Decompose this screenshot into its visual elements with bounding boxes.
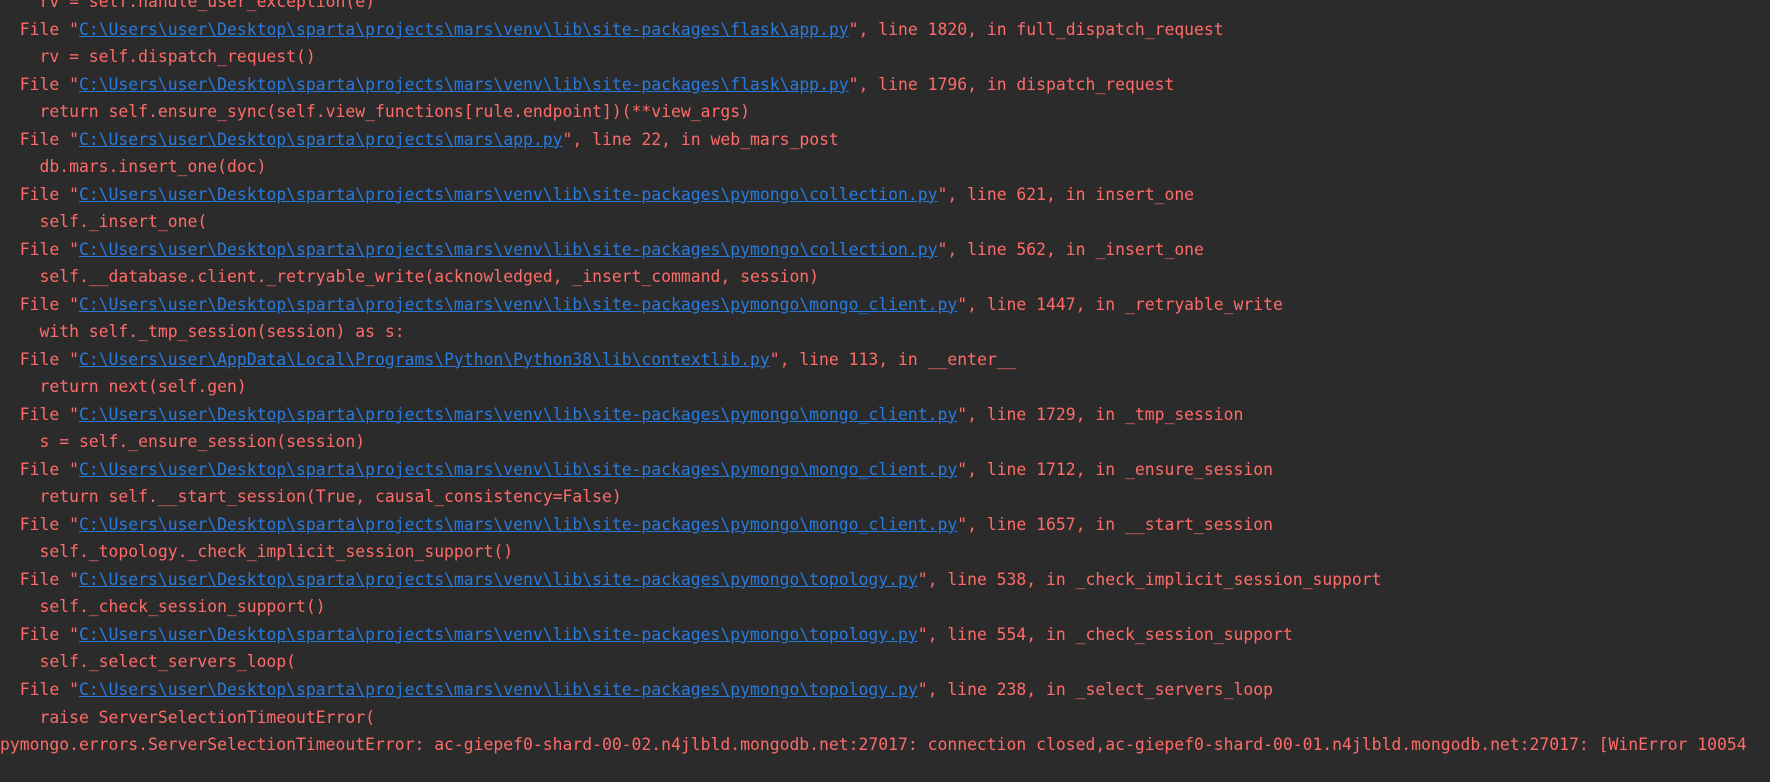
frame-location: ", line 1447, in _retryable_write [957,294,1283,314]
traceback-frame-line: File "C:\Users\user\Desktop\sparta\proje… [0,568,1382,592]
frame-prefix: File " [0,680,79,699]
run-console-output[interactable]: rv = self.handle_user_exception(e) File … [0,0,1770,782]
traceback-code-line: return self.__start_session(True, causal… [0,487,622,507]
file-path-link[interactable]: C:\Users\user\Desktop\sparta\projects\ma… [79,20,849,39]
traceback-code-line: self._insert_one( [0,212,208,232]
frame-prefix: File " [0,184,79,204]
traceback-code-line: self._topology._check_implicit_session_s… [0,542,514,562]
traceback-code-line: rv = self.dispatch_request() [0,47,316,67]
traceback-frame-line: File "C:\Users\user\Desktop\sparta\proje… [0,403,1244,427]
frame-prefix: File " [0,569,79,589]
file-path-link[interactable]: C:\Users\user\Desktop\sparta\projects\ma… [79,185,938,204]
traceback-code-line: self.__database.client._retryable_write(… [0,267,820,287]
file-path-link[interactable]: C:\Users\user\Desktop\sparta\projects\ma… [79,405,957,424]
traceback-code-line: return next(self.gen) [0,377,247,397]
frame-location: ", line 1657, in __start_session [957,514,1273,534]
frame-prefix: File " [0,624,79,644]
file-path-link[interactable]: C:\Users\user\Desktop\sparta\projects\ma… [79,240,938,259]
frame-prefix: File " [0,19,79,39]
traceback-frame-line: File "C:\Users\user\AppData\Local\Progra… [0,348,1017,372]
traceback-code-line: with self._tmp_session(session) as s: [0,322,405,342]
traceback-frame-line: File "C:\Users\user\Desktop\sparta\proje… [0,513,1273,537]
file-path-link[interactable]: C:\Users\user\Desktop\sparta\projects\ma… [79,570,918,589]
traceback-code-line: rv = self.handle_user_exception(e) [0,0,375,11]
frame-location: ", line 1820, in full_dispatch_request [848,19,1224,39]
frame-location: ", line 22, in web_mars_post [562,129,839,149]
traceback-frame-line: File "C:\Users\user\Desktop\sparta\proje… [0,623,1293,647]
file-path-link[interactable]: C:\Users\user\Desktop\sparta\projects\ma… [79,515,957,534]
frame-location: ", line 562, in _insert_one [937,239,1204,259]
file-path-link[interactable]: C:\Users\user\AppData\Local\Programs\Pyt… [79,350,770,369]
frame-location: ", line 538, in _check_implicit_session_… [917,569,1382,589]
traceback-frame-line: File "C:\Users\user\Desktop\sparta\proje… [0,458,1273,482]
frame-location: ", line 238, in _select_servers_loop [917,680,1273,699]
traceback-code-line: self._select_servers_loop( [0,652,297,672]
traceback-code-line: return self.ensure_sync(self.view_functi… [0,102,750,122]
exception-message-line: pymongo.errors.ServerSelectionTimeoutErr… [0,735,1747,755]
frame-prefix: File " [0,74,79,94]
traceback-frame-line: File "C:\Users\user\Desktop\sparta\proje… [0,73,1175,97]
traceback-code-line: raise ServerSelectionTimeoutError( [0,707,375,727]
frame-prefix: File " [0,514,79,534]
frame-location: ", line 1729, in _tmp_session [957,404,1244,424]
traceback-code-line: self._check_session_support() [0,597,326,617]
frame-location: ", line 621, in insert_one [937,184,1195,204]
file-path-link[interactable]: C:\Users\user\Desktop\sparta\projects\ma… [79,130,563,149]
traceback-frame-line: File "C:\Users\user\Desktop\sparta\proje… [0,128,839,152]
traceback-frame-line: File "C:\Users\user\Desktop\sparta\proje… [0,238,1204,262]
traceback-frame-line: File "C:\Users\user\Desktop\sparta\proje… [0,293,1283,317]
frame-prefix: File " [0,239,79,259]
traceback-code-line: s = self._ensure_session(session) [0,432,366,452]
frame-location: ", line 113, in __enter__ [769,349,1017,369]
file-path-link[interactable]: C:\Users\user\Desktop\sparta\projects\ma… [79,75,849,94]
frame-prefix: File " [0,404,79,424]
frame-prefix: File " [0,294,79,314]
frame-location: ", line 554, in _check_session_support [917,624,1293,644]
traceback-frame-line: File "C:\Users\user\Desktop\sparta\proje… [0,18,1224,42]
frame-prefix: File " [0,129,79,149]
traceback-code-line: db.mars.insert_one(doc) [0,157,267,177]
file-path-link[interactable]: C:\Users\user\Desktop\sparta\projects\ma… [79,460,957,479]
frame-location: ", line 1712, in _ensure_session [957,459,1273,479]
file-path-link[interactable]: C:\Users\user\Desktop\sparta\projects\ma… [79,295,957,314]
file-path-link[interactable]: C:\Users\user\Desktop\sparta\projects\ma… [79,680,918,699]
traceback-frame-line: File "C:\Users\user\Desktop\sparta\proje… [0,183,1194,207]
frame-prefix: File " [0,459,79,479]
frame-location: ", line 1796, in dispatch_request [848,74,1175,94]
traceback-frame-line: File "C:\Users\user\Desktop\sparta\proje… [0,678,1273,702]
file-path-link[interactable]: C:\Users\user\Desktop\sparta\projects\ma… [79,625,918,644]
frame-prefix: File " [0,349,79,369]
